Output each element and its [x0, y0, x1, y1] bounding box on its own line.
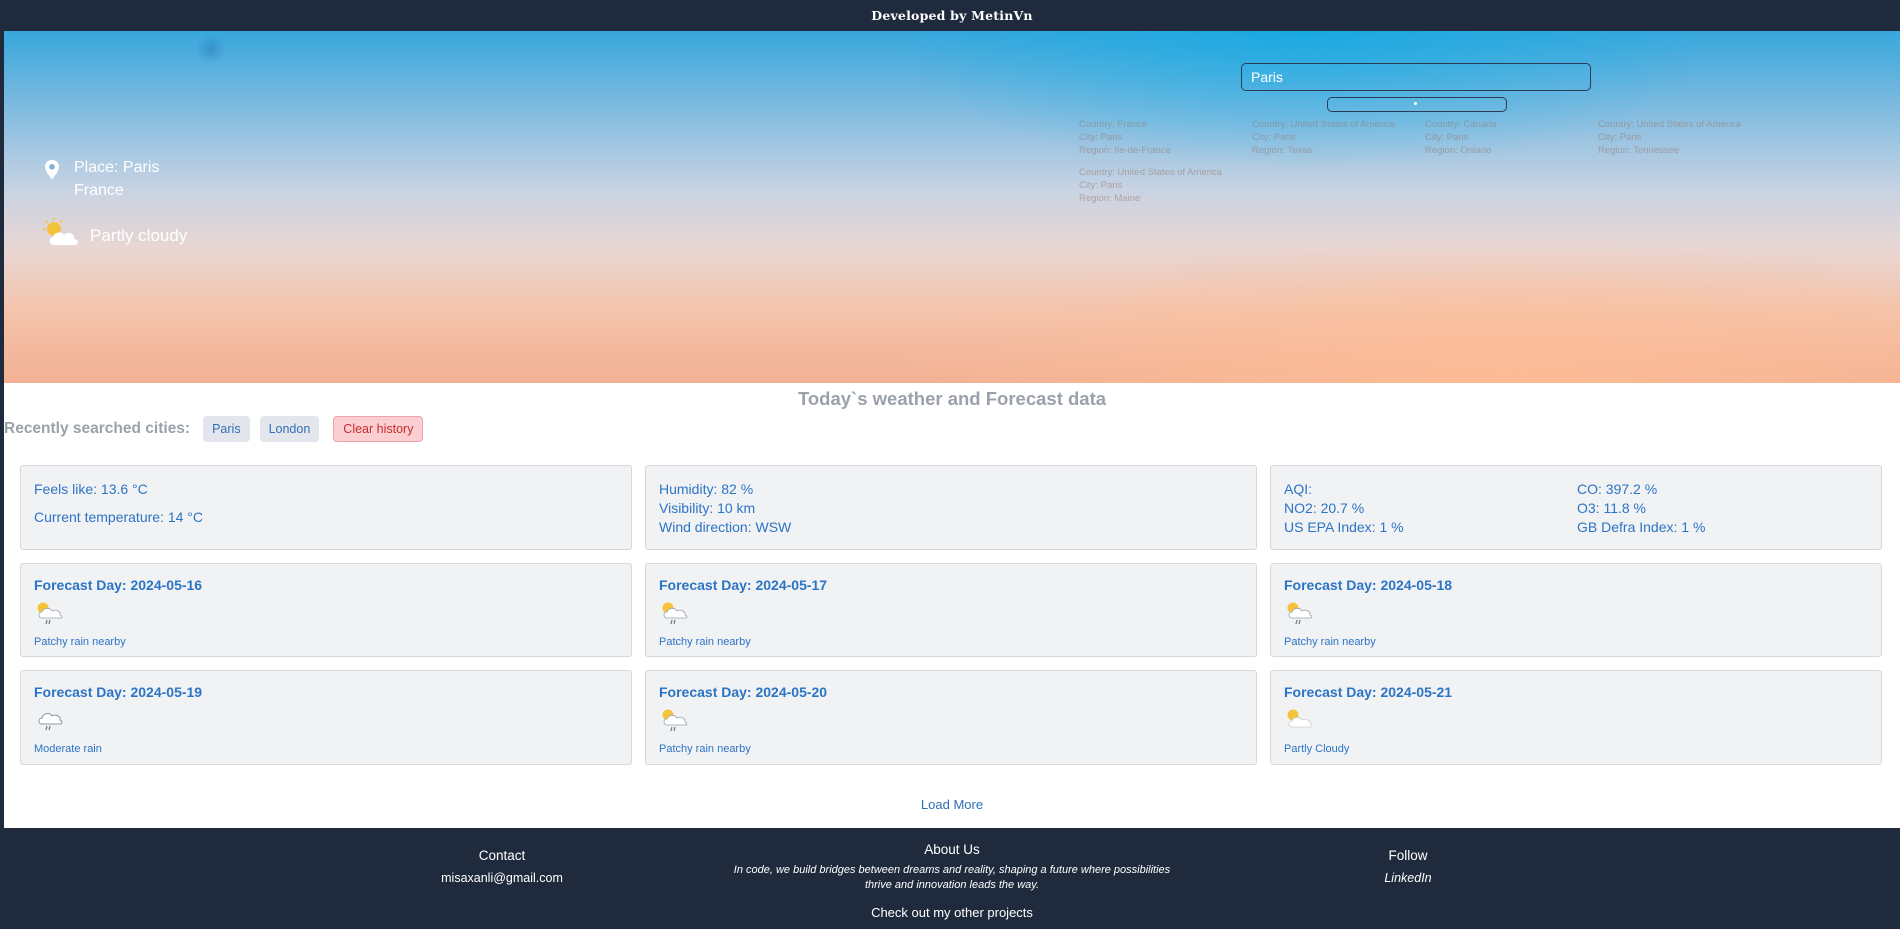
forecast-date: Forecast Day: 2024-05-19 [34, 684, 203, 700]
footer-about: About Us In code, we build bridges betwe… [652, 842, 1252, 920]
forecast-date: Forecast Day: 2024-05-17 [659, 577, 828, 593]
place-text: Place: Paris France [74, 156, 159, 202]
current-condition: Partly cloudy [42, 217, 187, 254]
o3: O3: 11.8 % [1577, 500, 1647, 516]
air-quality-card: AQI: NO2: 20.7 % US EPA Index: 1 % CO: 3… [1270, 465, 1882, 550]
forecast-description: Partly Cloudy [1284, 743, 1350, 755]
moderate-rain-icon [34, 706, 64, 735]
forecast-date: Forecast Day: 2024-05-21 [1284, 684, 1453, 700]
contact-email[interactable]: misaxanli@gmail.com [402, 871, 602, 885]
condition-text: Partly cloudy [90, 225, 188, 245]
load-more-row: Load More [4, 795, 1900, 814]
patchy-rain-icon [659, 706, 689, 735]
about-text: In code, we build bridges between dreams… [733, 864, 1171, 891]
footer-follow: Follow LinkedIn [1308, 848, 1508, 885]
sky-blur [194, 35, 228, 63]
us-epa-index: US EPA Index: 1 % [1284, 519, 1404, 535]
partly-cloudy-icon [1284, 706, 1314, 735]
forecast-card[interactable]: Forecast Day: 2024-05-20 Patchy rain nea… [645, 670, 1257, 765]
no2: NO2: 20.7 % [1284, 500, 1365, 516]
suggestion-item[interactable]: Country: Canada City: Paris Region: Ontari… [1425, 118, 1595, 157]
app-frame: Developed by MetinVn Place: Paris France [4, 0, 1900, 929]
partly-cloudy-icon [42, 217, 82, 254]
about-heading: About Us [924, 842, 980, 857]
suggestion-item[interactable]: Country: United States of America City: P… [1079, 166, 1249, 205]
search-button[interactable] [1327, 97, 1507, 112]
suggestion-item[interactable]: Country: United States of America City: P… [1598, 118, 1768, 157]
location-pin-icon [44, 159, 60, 186]
suggestion-item[interactable]: Country: France City: Paris Region: Ile-de… [1079, 118, 1249, 157]
contact-heading: Contact [478, 848, 526, 863]
forecast-card[interactable]: Forecast Day: 2024-05-19 Moderate rain [20, 670, 632, 765]
recent-searches: Recently searched cities: Paris London C… [4, 416, 424, 442]
developer-credit: Developed by MetinVn [871, 8, 1033, 23]
section-title: Today`s weather and Forecast data [797, 388, 1107, 409]
forecast-description: Moderate rain [34, 743, 102, 755]
footer-contact: Contact misaxanli@gmail.com [402, 848, 602, 885]
humidity: Humidity: 82 % [659, 481, 754, 497]
forecast-card[interactable]: Forecast Day: 2024-05-16 Patchy rain nea… [20, 563, 632, 657]
forecast-description: Patchy rain nearby [34, 636, 126, 648]
forecast-date: Forecast Day: 2024-05-16 [34, 577, 203, 593]
forecast-date: Forecast Day: 2024-05-18 [1284, 577, 1453, 593]
other-projects-link[interactable]: Check out my other projects [652, 905, 1252, 920]
gb-defra-index: GB Defra Index: 1 % [1577, 519, 1706, 535]
top-banner: Developed by MetinVn [4, 0, 1900, 31]
patchy-rain-icon [34, 599, 64, 628]
forecast-description: Patchy rain nearby [659, 743, 751, 755]
feels-like: Feels like: 13.6 °C [34, 481, 148, 497]
forecast-card[interactable]: Forecast Day: 2024-05-17 Patchy rain nea… [645, 563, 1257, 657]
forecast-card[interactable]: Forecast Day: 2024-05-21 Partly Cloudy [1270, 670, 1882, 765]
place-info: Place: Paris France [44, 156, 159, 202]
load-more-button[interactable]: Load More [915, 795, 989, 814]
recent-city-paris[interactable]: Paris [203, 416, 250, 442]
conditions-card: Humidity: 82 % Visibility: 10 km Wind di… [645, 465, 1257, 550]
patchy-rain-icon [659, 599, 689, 628]
suggestion-item[interactable]: Country: United States of America City: P… [1252, 118, 1422, 157]
place-city: Place: Paris [74, 159, 160, 176]
visibility: Visibility: 10 km [659, 500, 756, 516]
forecast-card[interactable]: Forecast Day: 2024-05-18 Patchy rain nea… [1270, 563, 1882, 657]
forecast-description: Patchy rain nearby [1284, 636, 1376, 648]
recent-label: Recently searched cities: [4, 420, 191, 437]
recent-city-london[interactable]: London [259, 416, 320, 442]
forecast-description: Patchy rain nearby [659, 636, 751, 648]
city-search-input[interactable] [1241, 63, 1591, 91]
place-country: France [74, 182, 124, 199]
clear-history-button[interactable]: Clear history [333, 416, 424, 442]
follow-heading: Follow [1388, 848, 1428, 863]
wind-direction: Wind direction: WSW [659, 519, 792, 535]
forecast-date: Forecast Day: 2024-05-20 [659, 684, 828, 700]
footer: Contact misaxanli@gmail.com About Us In … [4, 828, 1900, 929]
aqi: AQI: [1284, 481, 1313, 497]
hero-panel: Place: Paris France Partly cloudy Paris … [4, 31, 1900, 383]
co: CO: 397.2 % [1577, 481, 1658, 497]
temperature-card: Feels like: 13.6 °C Current temperature:… [20, 465, 632, 550]
patchy-rain-icon [1284, 599, 1314, 628]
current-temperature: Current temperature: 14 °C [34, 509, 204, 525]
linkedin-link[interactable]: LinkedIn [1308, 871, 1508, 885]
